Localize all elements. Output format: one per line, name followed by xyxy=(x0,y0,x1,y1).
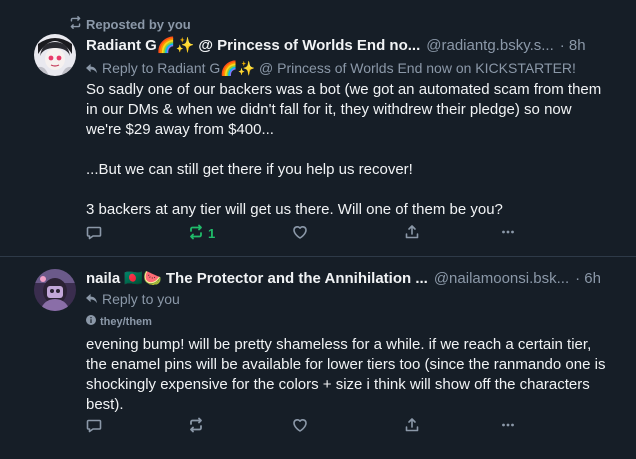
post-text: So sadly one of our backers was a bot (w… xyxy=(86,81,602,218)
comment-icon xyxy=(86,224,102,243)
more-options-button[interactable] xyxy=(500,417,516,436)
author-name[interactable]: Radiant G🌈✨ @ Princess of Worlds End no.… xyxy=(86,36,420,54)
share-button[interactable] xyxy=(404,224,420,243)
more-icon xyxy=(500,224,516,243)
author-handle[interactable]: @nailamoonsi.bsk... xyxy=(434,270,569,287)
repost-label: Reposted by you xyxy=(86,16,191,32)
repost-icon xyxy=(188,224,204,243)
reply-button[interactable] xyxy=(86,224,102,243)
heart-icon xyxy=(292,224,308,243)
like-button[interactable] xyxy=(292,417,308,436)
reply-arrow-icon xyxy=(86,291,97,307)
post-text: evening bump! will be pretty shameless f… xyxy=(86,336,610,413)
share-button[interactable] xyxy=(404,417,420,436)
heart-icon xyxy=(292,417,308,436)
share-icon xyxy=(404,224,420,243)
post-actions xyxy=(86,417,526,437)
more-options-button[interactable] xyxy=(500,224,516,243)
post-header: naila 🇧🇩🍉 The Protector and the Annihila… xyxy=(86,269,606,287)
repost-count: 1 xyxy=(208,226,216,241)
share-icon xyxy=(404,417,420,436)
info-icon xyxy=(86,315,96,328)
post-actions: 1 xyxy=(86,224,526,244)
pronouns-text: they/them xyxy=(100,315,152,328)
author-handle[interactable]: @radiantg.bsky.s... xyxy=(426,37,554,54)
repost-icon xyxy=(69,16,82,32)
repost-indicator[interactable]: Reposted by you xyxy=(69,16,191,32)
post-item[interactable]: naila 🇧🇩🍉 The Protector and the Annihila… xyxy=(0,256,636,459)
post-time[interactable]: · 8h xyxy=(560,37,586,54)
repost-button[interactable] xyxy=(188,417,204,436)
repost-icon xyxy=(188,417,204,436)
author-name[interactable]: naila 🇧🇩🍉 The Protector and the Annihila… xyxy=(86,269,428,287)
reply-arrow-icon xyxy=(86,61,97,77)
reply-to-label: Reply to Radiant G🌈✨ @ Princess of World… xyxy=(102,60,576,76)
feed: Reposted by you Radiant G🌈✨ @ Princess o… xyxy=(0,0,636,458)
like-button[interactable] xyxy=(292,224,308,243)
reply-indicator[interactable]: Reply to Radiant G🌈✨ @ Princess of World… xyxy=(86,60,576,77)
post-item[interactable]: Reposted by you Radiant G🌈✨ @ Princess o… xyxy=(0,0,636,256)
repost-button[interactable]: 1 xyxy=(188,224,215,243)
more-icon xyxy=(500,417,516,436)
avatar[interactable] xyxy=(34,269,76,311)
post-header: Radiant G🌈✨ @ Princess of Worlds End no.… xyxy=(86,36,606,54)
reply-indicator[interactable]: Reply to you xyxy=(86,291,180,307)
avatar[interactable] xyxy=(34,34,76,76)
comment-icon xyxy=(86,417,102,436)
post-time[interactable]: · 6h xyxy=(575,270,601,287)
reply-button[interactable] xyxy=(86,417,102,436)
reply-to-label: Reply to you xyxy=(102,291,180,307)
pronouns-label: they/them xyxy=(86,315,152,328)
